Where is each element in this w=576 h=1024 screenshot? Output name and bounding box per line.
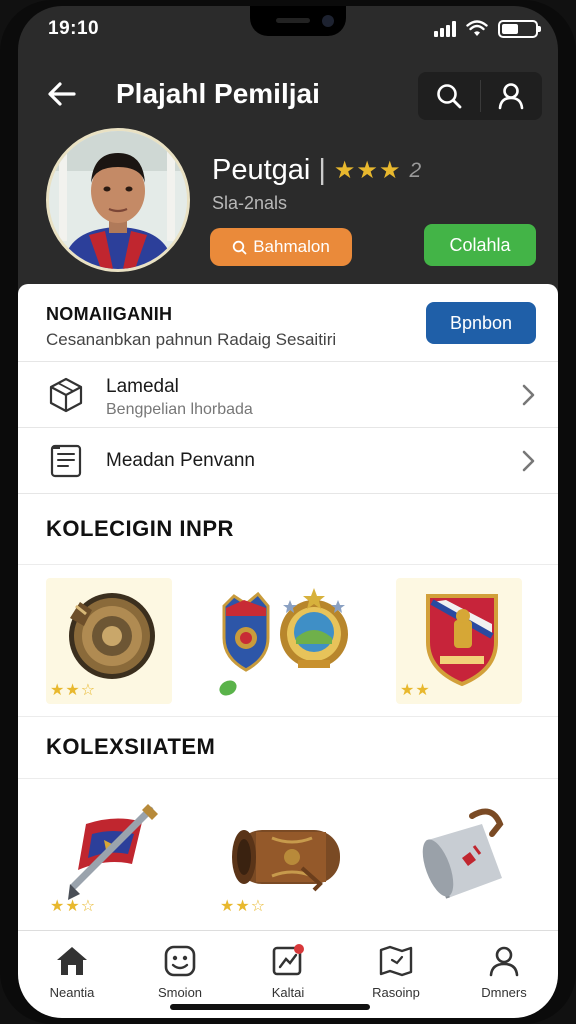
search-icon: [436, 84, 462, 109]
notch: [250, 6, 346, 36]
item-stars: ★★☆: [50, 682, 97, 699]
menu-row-1-subtitle: Bengpelian lhorbada: [106, 401, 253, 418]
phone-frame: 19:10 Plajahl Pemiljai Peutgai | ★★★ 2 S…: [0, 0, 576, 1024]
section-title-collection-2: KOLEXSIIATEM: [46, 734, 216, 759]
battery-icon: [498, 20, 541, 38]
avatar[interactable]: [46, 128, 190, 272]
chevron-right-icon: [522, 450, 535, 472]
nav-label: Neantia: [49, 985, 95, 1000]
secondary-action-label: Colahla: [449, 234, 511, 255]
content-sheet: NOMAIIGANIH Cesananbkan pahnun Radaig Se…: [18, 284, 558, 934]
cube-icon: [44, 373, 88, 417]
profile-name-row: Peutgai | ★★★ 2: [212, 154, 421, 187]
menu-row-2-title: Meadan Penvann: [106, 450, 255, 471]
nav-label: Rasoinp: [372, 985, 420, 1000]
profile-name: Peutgai: [212, 154, 311, 186]
status-time: 19:10: [48, 18, 100, 39]
chevron-right-icon: [522, 384, 535, 406]
user-icon: [498, 83, 524, 110]
banner-button[interactable]: Bpnbon: [426, 302, 536, 344]
section-title-collection-1: KOLECIGIN INPR: [46, 516, 234, 541]
primary-action-label: Bahmalon: [253, 237, 330, 256]
header-actions: [418, 72, 542, 120]
wifi-icon: [466, 20, 488, 36]
nav-label: Dmners: [481, 985, 527, 1000]
search-small-icon: [233, 240, 247, 254]
section-divider: [18, 778, 558, 779]
banner-button-label: Bpnbon: [449, 312, 513, 333]
nav-item-profile[interactable]: Dmners: [450, 931, 558, 1018]
document-icon: [44, 439, 88, 483]
nav-label: Smoion: [157, 985, 203, 1000]
menu-row-2[interactable]: Meadan Penvann: [18, 428, 558, 494]
collection-item-red-shield[interactable]: ★★: [396, 578, 522, 704]
screen: 19:10 Plajahl Pemiljai Peutgai | ★★★ 2 S…: [18, 6, 558, 1018]
app-header: Plajahl Pemiljai: [18, 62, 558, 126]
primary-action-button[interactable]: Bahmalon: [210, 228, 352, 266]
home-indicator[interactable]: [170, 1004, 370, 1010]
page-title: Plajahl Pemiljai: [116, 78, 320, 109]
signal-icon: [434, 21, 456, 37]
menu-row-1-title: Lamedal: [106, 376, 179, 397]
collection-item-leather-scroll[interactable]: ★★☆: [216, 794, 356, 920]
chart-icon: [270, 943, 306, 979]
section-divider: [18, 716, 558, 717]
collection-item-steel-mug[interactable]: [396, 794, 522, 920]
profile-rating-count: 2: [409, 158, 422, 182]
secondary-action-button[interactable]: Colahla: [424, 224, 536, 266]
menu-row-1[interactable]: Lamedal Bengpelian lhorbada: [18, 362, 558, 428]
collection-item-crest-pair[interactable]: [216, 578, 356, 704]
nav-label: Kaltai: [271, 985, 305, 1000]
collection-item-bronze-shield[interactable]: ★★☆: [46, 578, 172, 704]
user-icon: [486, 943, 522, 979]
profile-rating-stars: ★★★: [333, 157, 402, 184]
profile-button[interactable]: [481, 72, 543, 120]
smile-icon: [162, 943, 198, 979]
steel-mug-icon: [422, 808, 504, 899]
item-stars: ★★☆: [220, 898, 267, 915]
map-icon: [378, 943, 414, 979]
collection-item-mace-flag[interactable]: ★★☆: [46, 794, 172, 920]
status-icons: [434, 20, 541, 38]
item-stars: ★★☆: [50, 898, 97, 915]
info-banner: NOMAIIGANIH Cesananbkan pahnun Radaig Se…: [18, 284, 558, 362]
crest-pair-icon: [219, 588, 348, 696]
nav-item-home[interactable]: Neantia: [18, 931, 126, 1018]
item-stars: ★★: [400, 682, 431, 699]
banner-title: NOMAIIGANIH: [46, 304, 173, 324]
name-separator: |: [318, 154, 326, 186]
search-button[interactable]: [418, 72, 480, 120]
section-divider: [18, 564, 558, 565]
avatar-photo: [49, 131, 187, 269]
profile-subtitle: Sla-2nals: [212, 193, 288, 213]
back-arrow-icon[interactable]: [44, 76, 80, 112]
banner-description: Cesananbkan pahnun Radaig Sesaitiri: [46, 330, 337, 349]
home-icon: [54, 943, 90, 979]
